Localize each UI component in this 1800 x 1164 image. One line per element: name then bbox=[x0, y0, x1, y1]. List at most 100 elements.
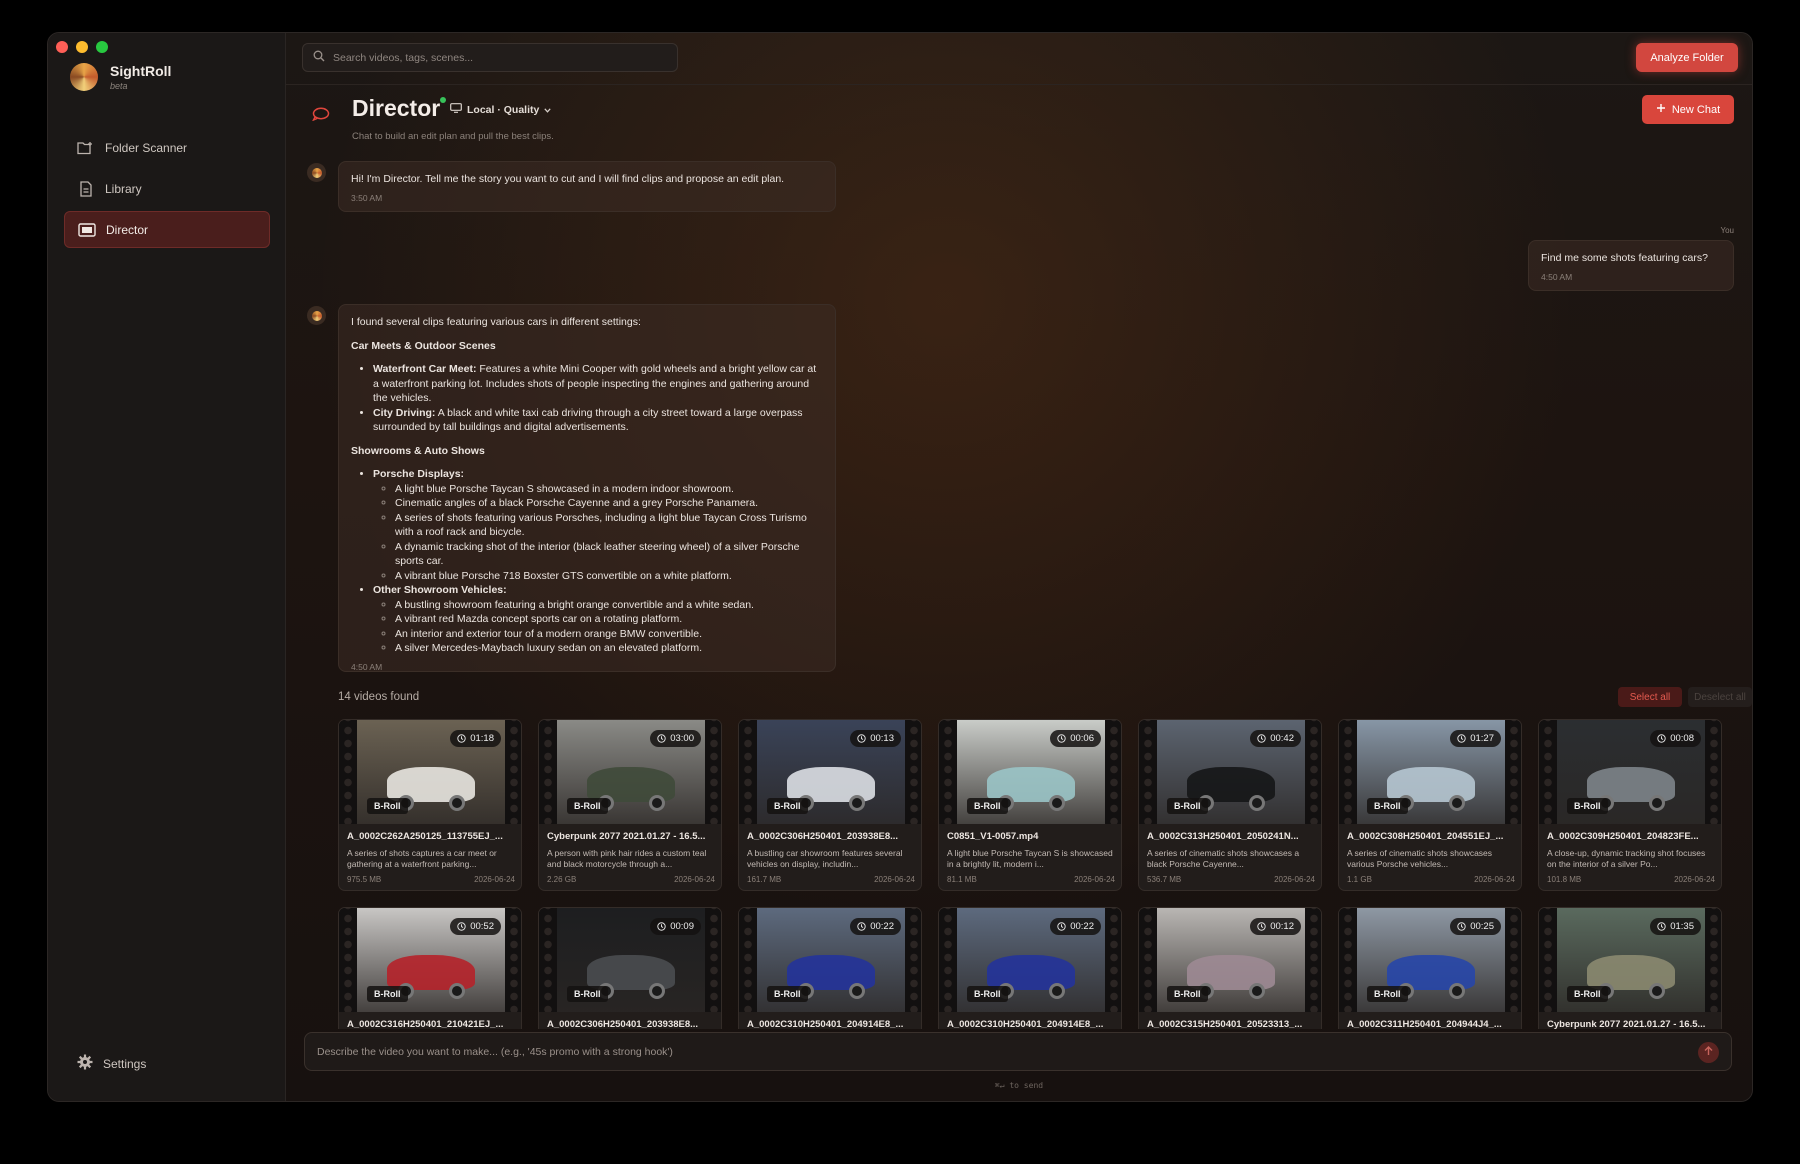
video-size: 2.26 GB bbox=[547, 875, 577, 884]
duration-text: 00:06 bbox=[1070, 733, 1094, 744]
message-section-heading: Showrooms & Auto Shows bbox=[351, 444, 485, 457]
video-card[interactable]: 00:12 B-Roll A_0002C315H250401_20523313_… bbox=[1138, 907, 1322, 1029]
message-text: Hi! I'm Director. Tell me the story you … bbox=[351, 173, 785, 185]
sub-list-item: A bustling showroom featuring a bright o… bbox=[395, 598, 823, 612]
film-strip bbox=[1705, 720, 1721, 824]
video-card[interactable]: 00:25 B-Roll A_0002C311H250401_204944J4_… bbox=[1338, 907, 1522, 1029]
sidebar-item-folder-scanner[interactable]: Folder Scanner bbox=[64, 129, 270, 166]
duration-badge: 03:00 bbox=[650, 730, 701, 747]
duration-text: 00:22 bbox=[870, 921, 894, 932]
settings-button[interactable]: Settings bbox=[77, 1054, 146, 1073]
zoom-window-button[interactable] bbox=[96, 41, 108, 53]
tag-badge: B-Roll bbox=[1567, 986, 1608, 1002]
video-description: A series of shots captures a car meet or… bbox=[347, 848, 497, 870]
tag-badge: B-Roll bbox=[367, 798, 408, 814]
send-hint: ⌘↵ to send bbox=[994, 1081, 1044, 1090]
tag-badge: B-Roll bbox=[767, 986, 808, 1002]
sidebar: SightRoll beta Folder Scanner Library Di… bbox=[48, 33, 286, 1101]
video-card[interactable]: 01:35 B-Roll Cyberpunk 2077 2021.01.27 -… bbox=[1538, 907, 1722, 1029]
clock-icon bbox=[657, 734, 666, 743]
video-card[interactable]: 00:42 B-Roll A_0002C313H250401_2050241N.… bbox=[1138, 719, 1322, 891]
video-description: A person with pink hair rides a custom t… bbox=[547, 848, 707, 870]
new-chat-button[interactable]: New Chat bbox=[1642, 95, 1734, 124]
video-name: A_0002C309H250401_204823FE... bbox=[1547, 831, 1699, 842]
video-date: 2026-06-24 bbox=[474, 875, 515, 884]
analyze-folder-button[interactable]: Analyze Folder bbox=[1636, 43, 1738, 72]
video-name: A_0002C310H250401_204914E8_... bbox=[947, 1019, 1104, 1029]
tag-badge: B-Roll bbox=[1567, 798, 1608, 814]
sidebar-nav: Folder Scanner Library Director bbox=[64, 129, 270, 252]
video-description: A bustling car showroom features several… bbox=[747, 848, 903, 870]
tag-badge: B-Roll bbox=[967, 798, 1008, 814]
video-card[interactable]: 03:00 B-Roll Cyberpunk 2077 2021.01.27 -… bbox=[538, 719, 722, 891]
film-strip bbox=[1305, 720, 1321, 824]
film-strip bbox=[905, 908, 921, 1012]
video-card[interactable]: 01:18 B-Roll A_0002C262A250125_113755EJ_… bbox=[338, 719, 522, 891]
brand: SightRoll beta bbox=[70, 63, 171, 91]
film-strip bbox=[339, 720, 357, 824]
clock-icon bbox=[1657, 922, 1666, 931]
film-strip bbox=[1105, 908, 1121, 1012]
film-strip bbox=[1305, 908, 1321, 1012]
search-input[interactable] bbox=[333, 51, 653, 64]
video-thumbnail: 03:00 B-Roll bbox=[539, 720, 721, 824]
film-strip bbox=[739, 720, 757, 824]
chevron-down-icon bbox=[544, 104, 552, 116]
video-description: A series of cinematic shots showcases a … bbox=[1147, 848, 1300, 870]
film-strip bbox=[705, 908, 721, 1012]
select-all-button[interactable]: Select all bbox=[1618, 687, 1682, 707]
clock-icon bbox=[1457, 734, 1466, 743]
video-card[interactable]: 00:09 B-Roll A_0002C306H250401_203938E8.… bbox=[538, 907, 722, 1029]
message-time: 4:50 AM bbox=[351, 661, 383, 672]
video-card[interactable]: 00:08 B-Roll A_0002C309H250401_204823FE.… bbox=[1538, 719, 1722, 891]
video-thumbnail: 00:13 B-Roll bbox=[739, 720, 921, 824]
close-window-button[interactable] bbox=[56, 41, 68, 53]
clock-icon bbox=[1057, 922, 1066, 931]
video-thumbnail: 01:18 B-Roll bbox=[339, 720, 521, 824]
film-strip bbox=[339, 908, 357, 1012]
film-strip bbox=[1339, 720, 1357, 824]
video-date: 2026-06-24 bbox=[1074, 875, 1115, 884]
video-size: 975.5 MB bbox=[347, 875, 382, 884]
video-thumbnail: 00:42 B-Roll bbox=[1139, 720, 1321, 824]
prompt-input[interactable] bbox=[317, 1045, 1687, 1058]
deselect-all-button[interactable]: Deselect all bbox=[1688, 687, 1752, 707]
plus-icon bbox=[1656, 103, 1666, 116]
clock-icon bbox=[1257, 734, 1266, 743]
online-status-dot bbox=[440, 97, 446, 103]
video-card[interactable]: 00:06 B-Roll C0851_V1-0057.mp4 A light b… bbox=[938, 719, 1122, 891]
model-select[interactable]: Local · Quality bbox=[450, 103, 552, 116]
duration-text: 03:00 bbox=[670, 733, 694, 744]
duration-text: 01:35 bbox=[1670, 921, 1694, 932]
film-strip bbox=[705, 720, 721, 824]
film-strip bbox=[539, 720, 557, 824]
video-name: A_0002C262A250125_113755EJ_... bbox=[347, 831, 503, 842]
list-item: Waterfront Car Meet: Features a white Mi… bbox=[373, 362, 823, 405]
duration-badge: 00:22 bbox=[1050, 918, 1101, 935]
list-item: Porsche Displays: A light blue Porsche T… bbox=[373, 467, 823, 583]
sidebar-item-director[interactable]: Director bbox=[64, 211, 270, 248]
sidebar-item-library[interactable]: Library bbox=[64, 170, 270, 207]
video-meta: 1.1 GB 2026-06-24 bbox=[1347, 875, 1515, 884]
sub-list-item: A silver Mercedes-Maybach luxury sedan o… bbox=[395, 641, 823, 655]
list-item: City Driving: A black and white taxi cab… bbox=[373, 406, 823, 435]
duration-text: 00:13 bbox=[870, 733, 894, 744]
video-meta: 975.5 MB 2026-06-24 bbox=[347, 875, 515, 884]
video-card[interactable]: 00:52 B-Roll A_0002C316H250401_210421EJ_… bbox=[338, 907, 522, 1029]
duration-badge: 00:06 bbox=[1050, 730, 1101, 747]
duration-text: 00:42 bbox=[1270, 733, 1294, 744]
video-card[interactable]: 01:27 B-Roll A_0002C308H250401_204551EJ_… bbox=[1338, 719, 1522, 891]
search-box bbox=[302, 43, 678, 72]
video-thumbnail: 01:35 B-Roll bbox=[1539, 908, 1721, 1012]
tag-badge: B-Roll bbox=[1167, 798, 1208, 814]
video-card[interactable]: 00:13 B-Roll A_0002C306H250401_203938E8.… bbox=[738, 719, 922, 891]
video-card[interactable]: 00:22 B-Roll A_0002C310H250401_204914E8_… bbox=[938, 907, 1122, 1029]
message-time: 4:50 AM bbox=[1541, 271, 1573, 282]
video-card[interactable]: 00:22 B-Roll A_0002C310H250401_204914E8_… bbox=[738, 907, 922, 1029]
window-controls bbox=[56, 41, 108, 53]
send-button[interactable] bbox=[1698, 1042, 1719, 1063]
tag-badge: B-Roll bbox=[1367, 798, 1408, 814]
minimize-window-button[interactable] bbox=[76, 41, 88, 53]
video-meta: 81.1 MB 2026-06-24 bbox=[947, 875, 1115, 884]
duration-badge: 00:42 bbox=[1250, 730, 1301, 747]
